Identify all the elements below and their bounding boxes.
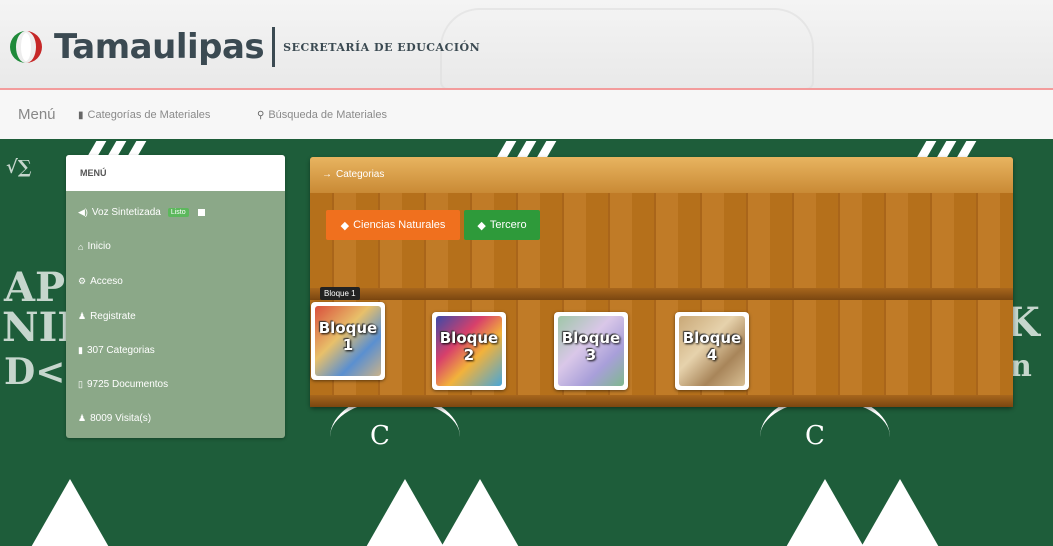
shelf-plank bbox=[310, 288, 1013, 300]
panel-header: → Categorias bbox=[310, 157, 1013, 193]
settings-icon: ⚙ bbox=[78, 276, 87, 286]
sidebar-item-acceso[interactable]: ⚙ Acceso bbox=[78, 276, 123, 287]
sidebar-item-voz[interactable]: ◀) Voz Sintetizada Listo bbox=[78, 207, 205, 218]
bloque-label: Bloque 3 bbox=[561, 329, 621, 364]
home-icon: ⌂ bbox=[78, 241, 84, 252]
brand-name: Tamaulipas bbox=[54, 27, 265, 67]
sidebar-menu: MENÚ ◀) Voz Sintetizada Listo ⌂ Inicio ⚙… bbox=[66, 155, 285, 438]
toggle-checkbox[interactable] bbox=[197, 209, 205, 216]
bloque-label: Bloque 4 bbox=[682, 329, 742, 364]
sidebar-item-inicio[interactable]: ⌂ Inicio bbox=[78, 241, 111, 252]
bloque-label: Bloque 2 bbox=[439, 329, 499, 364]
sidebar-item-categorias[interactable]: ▮ 307 Categorias bbox=[78, 345, 155, 356]
chalk-doodle: C bbox=[805, 421, 825, 451]
nav-link-categorias[interactable]: ▮ Categorías de Materiales bbox=[78, 109, 210, 121]
page-header: Tamaulipas SECRETARÍA DE EDUCACIÓN bbox=[0, 0, 1053, 90]
chalk-shape bbox=[785, 479, 865, 546]
file-icon: ▯ bbox=[78, 379, 83, 389]
breadcrumb-label: Tercero bbox=[489, 219, 527, 231]
bloque-card-3[interactable]: Bloque 3 bbox=[554, 312, 628, 390]
arrow-right-icon: → bbox=[322, 169, 332, 180]
breadcrumb-tercero[interactable]: ◆ Tercero bbox=[464, 210, 540, 240]
nav-link-label: Categorías de Materiales bbox=[87, 109, 211, 121]
site-logo[interactable]: Tamaulipas SECRETARÍA DE EDUCACIÓN bbox=[8, 27, 480, 67]
panel-title-text: Categorias bbox=[336, 169, 385, 180]
sidebar-item-label: 8009 Visita(s) bbox=[90, 413, 152, 424]
chalk-doodle: C bbox=[370, 421, 390, 451]
folder-icon: ▮ bbox=[78, 345, 83, 355]
bloque-card-2[interactable]: Bloque 2 bbox=[432, 312, 506, 390]
sidebar-item-label: 9725 Documentos bbox=[86, 379, 169, 390]
chalk-shape bbox=[30, 479, 110, 546]
bloque-label: Bloque 1 bbox=[318, 319, 378, 354]
shelf-plank bbox=[310, 395, 1013, 407]
diamond-icon: ◆ bbox=[340, 219, 350, 232]
search-icon: ⚲ bbox=[257, 109, 265, 121]
nav-menu-brand[interactable]: Menú bbox=[18, 106, 56, 123]
chalk-shape bbox=[365, 479, 445, 546]
chalk-doodle: n bbox=[1010, 349, 1032, 384]
chalk-shape bbox=[860, 479, 940, 546]
category-bookshelf: → Categorias ◆ Ciencias Naturales ◆ Terc… bbox=[310, 157, 1013, 407]
tamaulipas-logo-icon bbox=[10, 31, 42, 63]
sidebar-item-label: Registrate bbox=[90, 311, 136, 322]
audio-icon: ◀) bbox=[78, 207, 88, 217]
sidebar-header: MENÚ bbox=[66, 155, 285, 191]
nav-link-busqueda[interactable]: ⚲ Búsqueda de Materiales bbox=[257, 109, 387, 121]
brand-subtitle: SECRETARÍA DE EDUCACIÓN bbox=[283, 40, 481, 54]
breadcrumb-ciencias-naturales[interactable]: ◆ Ciencias Naturales bbox=[326, 210, 460, 240]
chalk-shape bbox=[440, 479, 520, 546]
sidebar-item-label: Inicio bbox=[87, 241, 111, 252]
sidebar-item-registrate[interactable]: ♟ Registrate bbox=[78, 311, 136, 322]
bloque-card-4[interactable]: Bloque 4 bbox=[675, 312, 749, 390]
panel-title: → Categorias bbox=[322, 169, 384, 180]
folder-icon: ▮ bbox=[78, 109, 84, 121]
chalk-doodle: √∑ bbox=[6, 157, 32, 178]
user-icon: ♟ bbox=[78, 311, 87, 321]
sidebar-item-label: Voz Sintetizada bbox=[91, 207, 161, 218]
sidebar-item-label: Acceso bbox=[90, 276, 123, 287]
diamond-icon: ◆ bbox=[477, 219, 486, 232]
sidebar-item-label: 307 Categorias bbox=[86, 345, 155, 356]
status-badge: Listo bbox=[167, 208, 189, 217]
header-decoration bbox=[440, 8, 814, 90]
user-icon: ♟ bbox=[78, 413, 87, 423]
sidebar-title: MENÚ bbox=[80, 168, 107, 178]
logo-divider bbox=[272, 27, 276, 67]
sidebar-item-visitas[interactable]: ♟ 8009 Visita(s) bbox=[78, 413, 151, 424]
tooltip-bloque: Bloque 1 bbox=[320, 287, 360, 300]
top-navbar: Menú ▮ Categorías de Materiales ⚲ Búsque… bbox=[0, 88, 1053, 141]
sidebar-item-documentos[interactable]: ▯ 9725 Documentos bbox=[78, 379, 168, 390]
nav-link-label: Búsqueda de Materiales bbox=[268, 109, 387, 121]
bloque-card-1[interactable]: Bloque 1 bbox=[311, 302, 385, 380]
breadcrumb-label: Ciencias Naturales bbox=[353, 219, 446, 231]
